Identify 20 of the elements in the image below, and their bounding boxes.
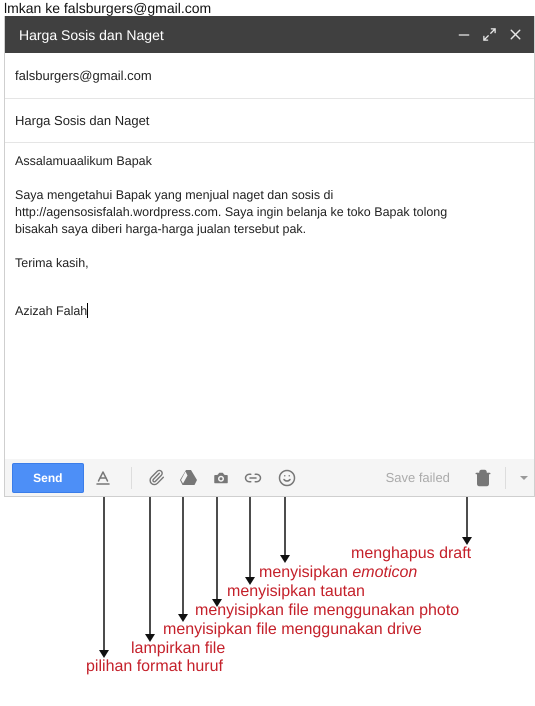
- annotation-label: menghapus draft: [351, 544, 472, 563]
- annotation-label: pilihan format huruf: [86, 657, 223, 676]
- body-paragraph: Assalamuaalikum Bapak: [15, 153, 153, 170]
- caption-text: lmkan ke falsburgers@gmail.com: [3, 0, 212, 16]
- arrow: [280, 497, 290, 563]
- body-paragraph: Saya mengetahui Bapak yang menjual naget dan sosis di http://agensosisfalah.wordpress.com. Saya ingin belanja ke toko Bapak tolong bisakah saya diberi harga-harga jualan tersebut pak.: [15, 187, 448, 238]
- subject-field[interactable]: Harga Sosis dan Naget: [5, 99, 534, 143]
- annotation-label: lampirkan file: [131, 639, 226, 658]
- annotation-label: menyisipkan emoticon: [259, 563, 418, 582]
- to-field[interactable]: falsburgers@gmail.com: [5, 53, 534, 99]
- annotation-label: menyisipkan tautan: [227, 582, 365, 601]
- body-paragraph: Terima kasih,: [15, 255, 90, 272]
- arrow: [462, 497, 472, 545]
- text-cursor: [87, 303, 88, 318]
- annotation-label: menyisipkan file menggunakan photo: [195, 601, 460, 620]
- save-status: Save failed: [386, 470, 451, 485]
- window-title: Harga Sosis dan Naget: [19, 26, 165, 42]
- body-paragraph: Azizah Falah: [15, 303, 90, 320]
- expand-icon[interactable]: [482, 27, 497, 42]
- annotation-label: menyisipkan file menggunakan drive: [163, 620, 422, 639]
